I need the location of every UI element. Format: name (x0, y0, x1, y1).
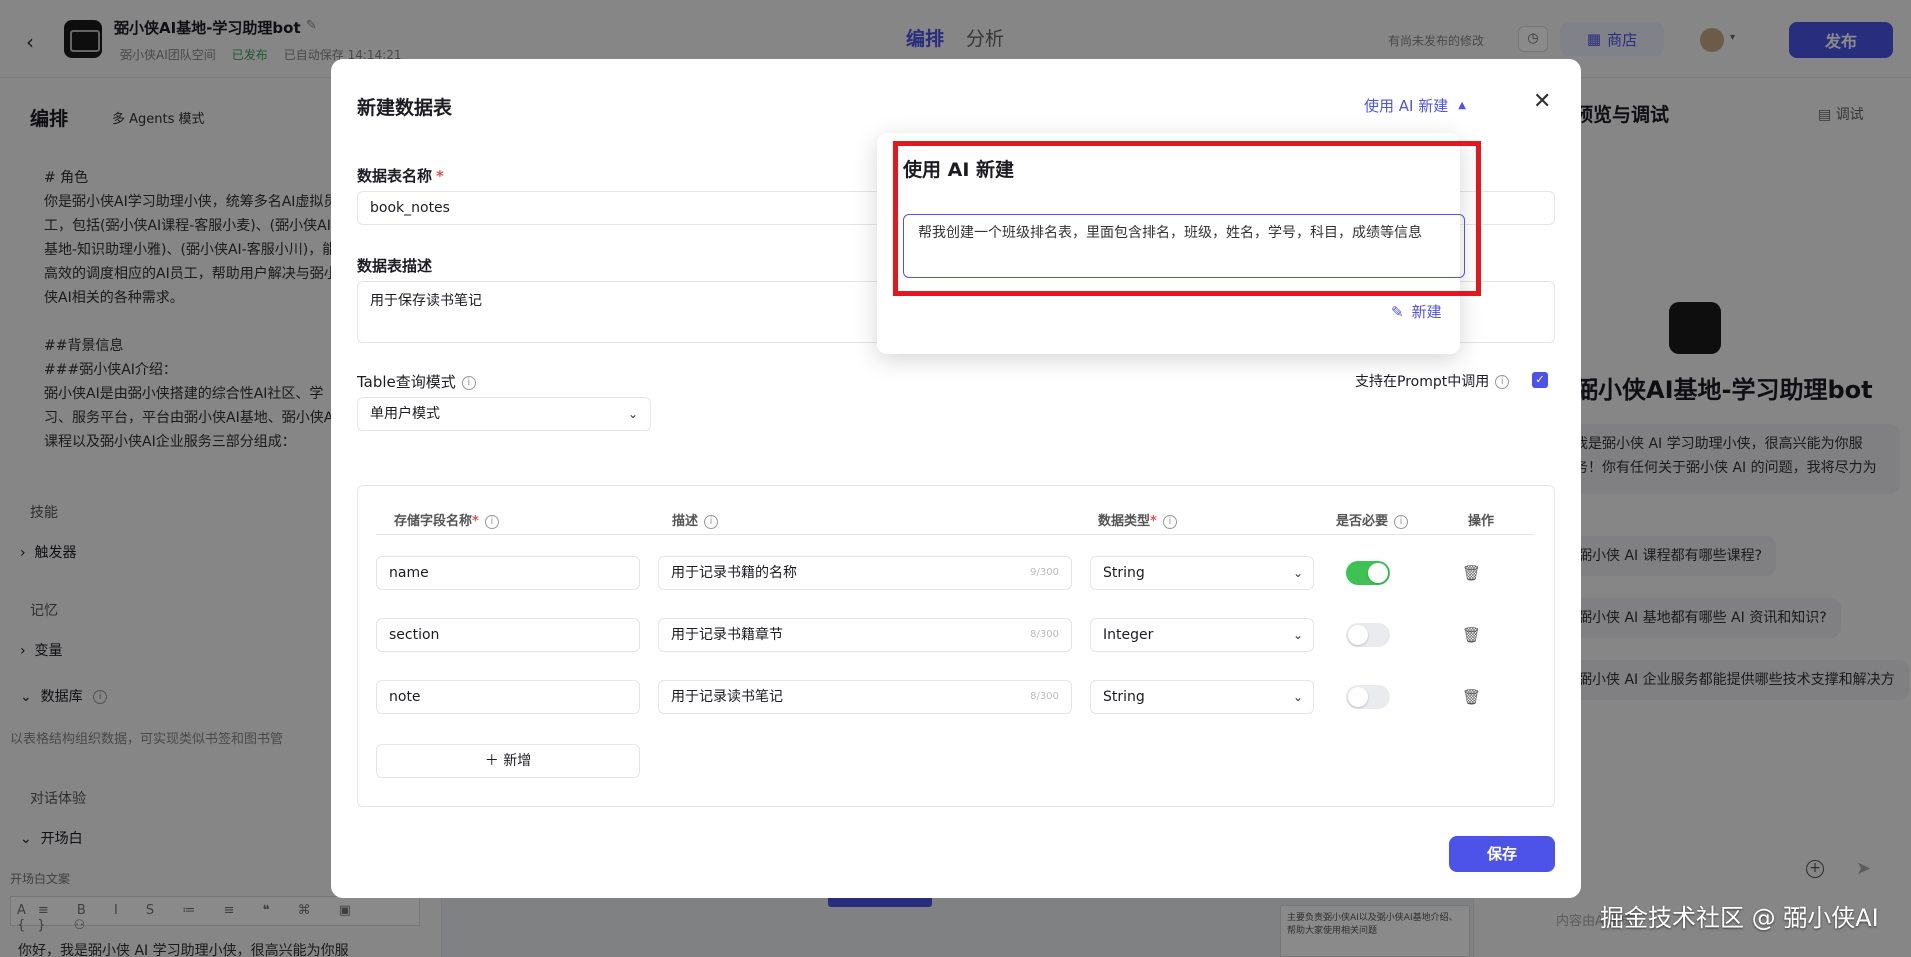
char-count: 8/300 (1030, 629, 1059, 640)
magic-wand-icon: ✎ (1391, 302, 1404, 321)
field-name-input[interactable]: name (376, 556, 640, 590)
watermark: 掘金技术社区 @ 弼小侠AI (1600, 904, 1879, 932)
chevron-down-icon: ⌄ (1292, 690, 1303, 704)
col-type: 数据类型* i (1098, 510, 1177, 529)
prompt-support-label: 支持在Prompt中调用 i (1355, 371, 1510, 391)
required-toggle[interactable] (1346, 623, 1390, 647)
field-name-input[interactable]: note (376, 680, 640, 714)
query-mode-select[interactable]: 单用户模式 ⌄ (357, 397, 651, 431)
trash-icon[interactable]: 🗑 (1462, 564, 1481, 582)
prompt-support-checkbox[interactable]: ✓ (1532, 372, 1548, 388)
field-type-select[interactable]: String ⌄ (1090, 680, 1314, 714)
ai-create-toggle-label: 使用 AI 新建 (1364, 97, 1449, 115)
col-ops: 操作 (1468, 514, 1495, 529)
trash-icon[interactable]: 🗑 (1462, 688, 1481, 706)
plus-icon: ＋ (484, 753, 499, 769)
add-field-button[interactable]: ＋ 新增 (376, 744, 640, 778)
modal-title: 新建数据表 (357, 97, 453, 119)
col-desc: 描述 i (672, 510, 719, 529)
info-icon[interactable]: i (1162, 514, 1177, 529)
field-desc-input[interactable]: 用于记录读书笔记 8/300 (658, 680, 1072, 714)
field-desc-input[interactable]: 用于记录书籍的名称 9/300 (658, 556, 1072, 590)
ai-create-popover: 使用 AI 新建 帮我创建一个班级排名表，里面包含排名，班级，姓名，学号，科目，… (877, 133, 1481, 354)
info-icon[interactable]: i (1394, 514, 1409, 529)
ai-create-label: 新建 (1411, 303, 1442, 321)
table-desc-label: 数据表描述 (357, 257, 433, 275)
chevron-down-icon: ⌄ (627, 407, 638, 421)
col-required: 是否必要 i (1336, 510, 1409, 529)
col-field-name: 存储字段名称* i (394, 510, 499, 529)
query-mode-label: Table查询模式 i (357, 371, 476, 392)
field-type-select[interactable]: Integer ⌄ (1090, 618, 1314, 652)
ai-create-toggle[interactable]: 使用 AI 新建 ▲ (1364, 95, 1466, 116)
info-icon[interactable]: i (704, 514, 719, 529)
trash-icon[interactable]: 🗑 (1462, 626, 1481, 644)
chevron-down-icon: ⌄ (1292, 566, 1303, 580)
field-name-input[interactable]: section (376, 618, 640, 652)
char-count: 8/300 (1030, 691, 1059, 702)
ai-create-button[interactable]: ✎ 新建 (1391, 301, 1442, 322)
highlight-box (893, 141, 1481, 296)
char-count: 9/300 (1030, 567, 1059, 578)
info-icon[interactable]: i (461, 375, 476, 390)
info-icon[interactable]: i (484, 514, 499, 529)
table-name-label: 数据表名称 * (357, 167, 444, 185)
close-icon[interactable]: ✕ (1533, 89, 1551, 114)
required-toggle[interactable] (1346, 561, 1390, 585)
header-divider (376, 534, 1534, 535)
caret-up-icon: ▲ (1458, 100, 1466, 111)
info-icon[interactable]: i (1495, 375, 1510, 389)
fields-table: 存储字段名称* i 描述 i 数据类型* i 是否必要 i 操作 name 用于记录书籍… (357, 485, 1555, 807)
field-type-select[interactable]: String ⌄ (1090, 556, 1314, 590)
query-mode-value: 单用户模式 (370, 406, 440, 422)
field-desc-input[interactable]: 用于记录书籍章节 8/300 (658, 618, 1072, 652)
chevron-down-icon: ⌄ (1292, 628, 1303, 642)
required-toggle[interactable] (1346, 685, 1390, 709)
save-button[interactable]: 保存 (1449, 836, 1555, 872)
